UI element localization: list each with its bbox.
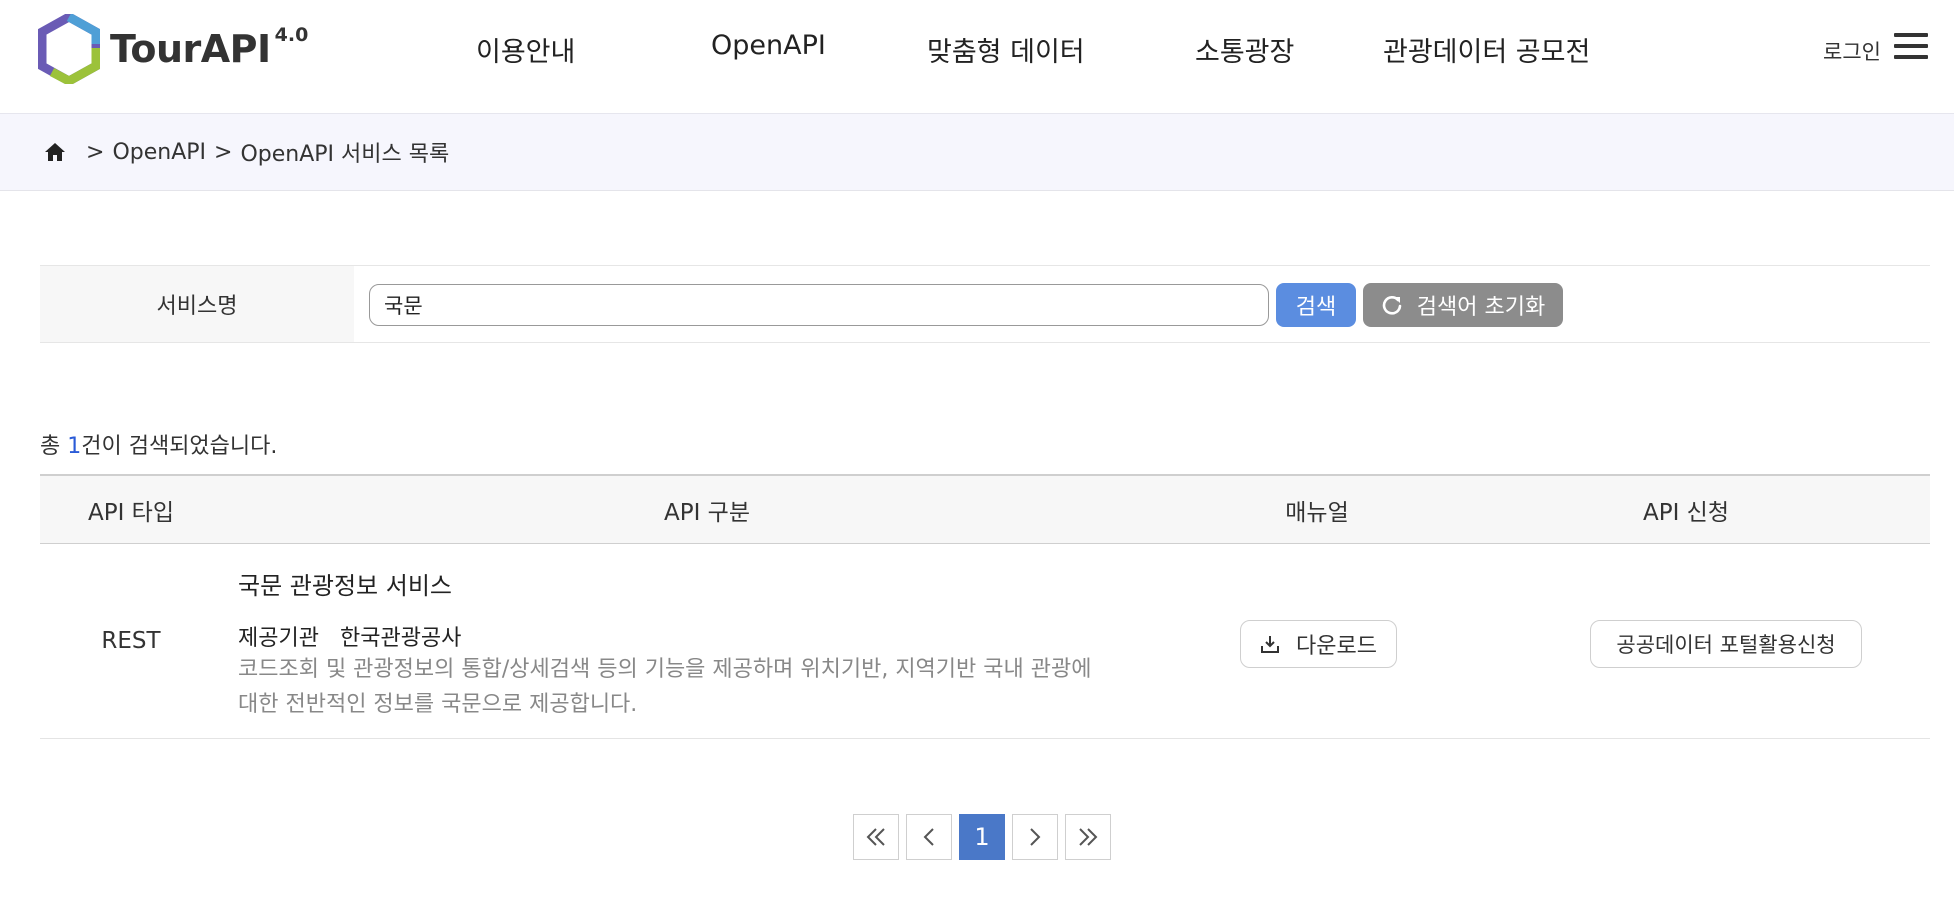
breadcrumb-item-openapi[interactable]: OpenAPI — [112, 140, 206, 165]
result-prefix: 총 — [40, 434, 68, 459]
logo-text: TourAPI — [110, 27, 271, 71]
nav-item-custom-data[interactable]: 맞춤형 데이터 — [927, 30, 1085, 69]
chevron-right-icon — [1030, 828, 1041, 846]
pagination: 1 — [853, 814, 1118, 860]
table-row: REST 국문 관광정보 서비스 제공기관 한국관광공사 코드조회 및 관광정보… — [40, 544, 1930, 739]
column-header-manual: 매뉴얼 — [1285, 500, 1349, 526]
download-label: 다운로드 — [1296, 634, 1377, 659]
login-link[interactable]: 로그인 — [1823, 36, 1881, 66]
reset-search-button[interactable]: 검색어 초기화 — [1363, 283, 1563, 327]
result-count: 총 1건이 검색되었습니다. — [40, 428, 277, 460]
service-description: 코드조회 및 관광정보의 통합/상세검색 등의 기능을 제공하며 위치기반, 지… — [238, 652, 1108, 722]
reset-button-label: 검색어 초기화 — [1416, 295, 1546, 320]
api-type-cell: REST — [101, 628, 161, 654]
description-line: 코드조회 및 관광정보의 통합/상세검색 등의 기능을 제공하며 위치기반, 지… — [238, 657, 1092, 682]
provider-name: 한국관광공사 — [339, 626, 462, 651]
provider-label: 제공기관 — [238, 626, 319, 651]
download-icon — [1261, 636, 1280, 653]
search-label: 서비스명 — [40, 266, 354, 342]
double-chevron-right-icon — [1079, 828, 1098, 846]
site-header: TourAPI 4.0 이용안내 OpenAPI 맞춤형 데이터 소통광장 관광… — [0, 0, 1954, 114]
result-number: 1 — [67, 434, 82, 459]
double-chevron-left-icon — [866, 828, 885, 846]
service-provider: 제공기관 한국관광공사 — [238, 620, 461, 652]
hamburger-menu-icon[interactable] — [1894, 33, 1930, 65]
breadcrumb-separator: > — [214, 139, 233, 165]
nav-item-contest[interactable]: 관광데이터 공모전 — [1383, 30, 1590, 69]
page-number-button[interactable]: 1 — [959, 814, 1005, 860]
description-line: 대한 전반적인 정보를 국문으로 제공합니다. — [238, 692, 638, 717]
column-header-api-category: API 구분 — [663, 500, 751, 526]
api-table: API 타입 API 구분 매뉴얼 API 신청 REST 국문 관광정보 서비… — [40, 474, 1930, 739]
last-page-button[interactable] — [1065, 814, 1111, 860]
first-page-button[interactable] — [853, 814, 899, 860]
refresh-icon — [1382, 296, 1402, 315]
breadcrumb-item-service-list: OpenAPI 서비스 목록 — [240, 142, 450, 167]
prev-page-button[interactable] — [906, 814, 952, 860]
column-header-api-type: API 타입 — [87, 500, 175, 526]
home-icon[interactable] — [44, 142, 66, 162]
search-button[interactable]: 검색 — [1276, 283, 1356, 327]
logo-version: 4.0 — [274, 24, 309, 46]
next-page-button[interactable] — [1012, 814, 1058, 860]
logo-hexagon-icon — [38, 14, 100, 84]
api-apply-button[interactable]: 공공데이터 포털활용신청 — [1590, 620, 1862, 668]
column-header-api-apply: API 신청 — [1642, 500, 1730, 526]
breadcrumb-separator: > — [86, 139, 105, 165]
breadcrumb: > OpenAPI > OpenAPI 서비스 목록 — [0, 114, 1954, 191]
logo[interactable]: TourAPI 4.0 — [38, 14, 308, 84]
nav-item-community[interactable]: 소통광장 — [1195, 30, 1294, 69]
search-input[interactable] — [369, 284, 1269, 326]
chevron-left-icon — [923, 828, 934, 846]
table-header: API 타입 API 구분 매뉴얼 API 신청 — [40, 474, 1930, 544]
result-suffix: 건이 검색되었습니다. — [81, 434, 278, 459]
nav-item-openapi[interactable]: OpenAPI — [711, 30, 826, 61]
nav-item-guide[interactable]: 이용안내 — [476, 30, 575, 69]
search-form: 서비스명 검색 검색어 초기화 — [40, 265, 1930, 343]
download-manual-button[interactable]: 다운로드 — [1240, 620, 1397, 668]
service-title[interactable]: 국문 관광정보 서비스 — [238, 566, 452, 601]
